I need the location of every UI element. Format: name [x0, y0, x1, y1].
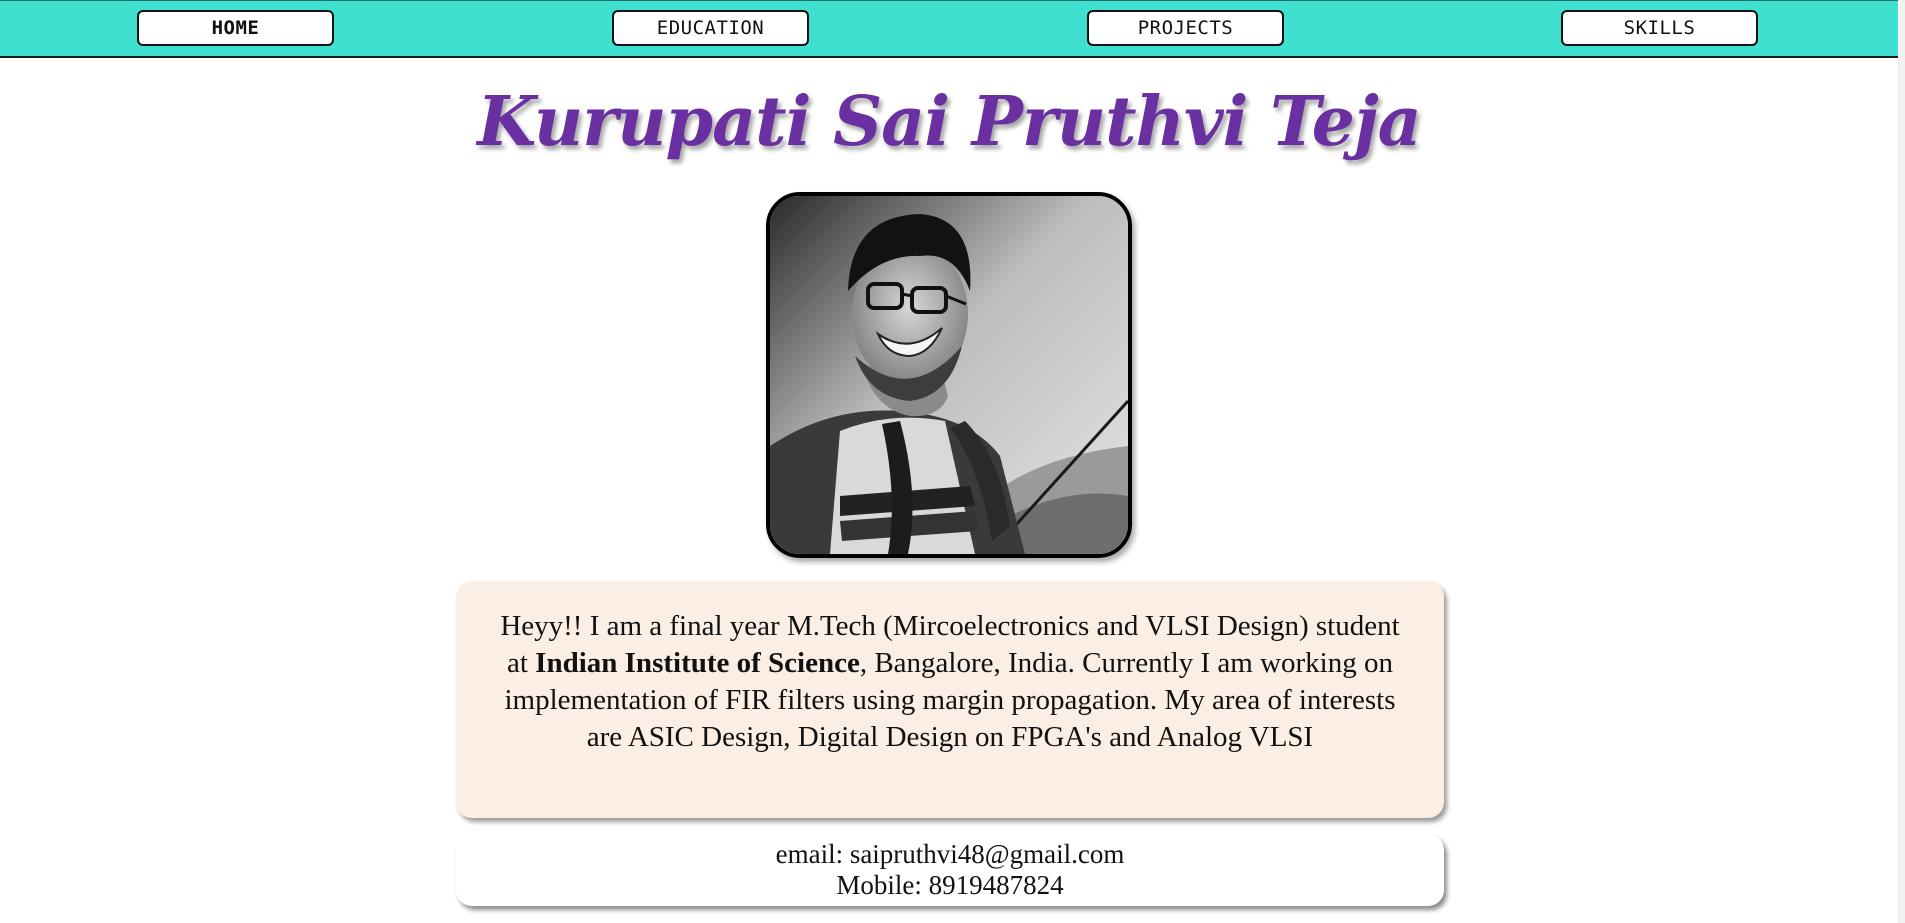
nav-projects-button[interactable]: PROJECTS — [1087, 10, 1284, 46]
profile-photo — [766, 192, 1132, 558]
contact-mobile: Mobile: 8919487824 — [836, 870, 1064, 900]
contact-card: email: saipruthvi48@gmail.com Mobile: 89… — [456, 834, 1444, 906]
navbar: HOME EDUCATION PROJECTS SKILLS — [0, 0, 1898, 58]
nav-skills-button[interactable]: SKILLS — [1561, 10, 1758, 46]
nav-education-button[interactable]: EDUCATION — [612, 10, 809, 46]
page-scrollbar[interactable] — [1898, 0, 1905, 923]
bio-institute: Indian Institute of Science — [535, 647, 860, 679]
contact-email: email: saipruthvi48@gmail.com — [775, 839, 1125, 869]
nav-home-button[interactable]: HOME — [137, 10, 334, 46]
bio-card: Heyy!! I am a final year M.Tech (Mircoel… — [456, 581, 1444, 818]
page-title: Kurupati Sai Pruthvi Teja — [477, 82, 1422, 162]
